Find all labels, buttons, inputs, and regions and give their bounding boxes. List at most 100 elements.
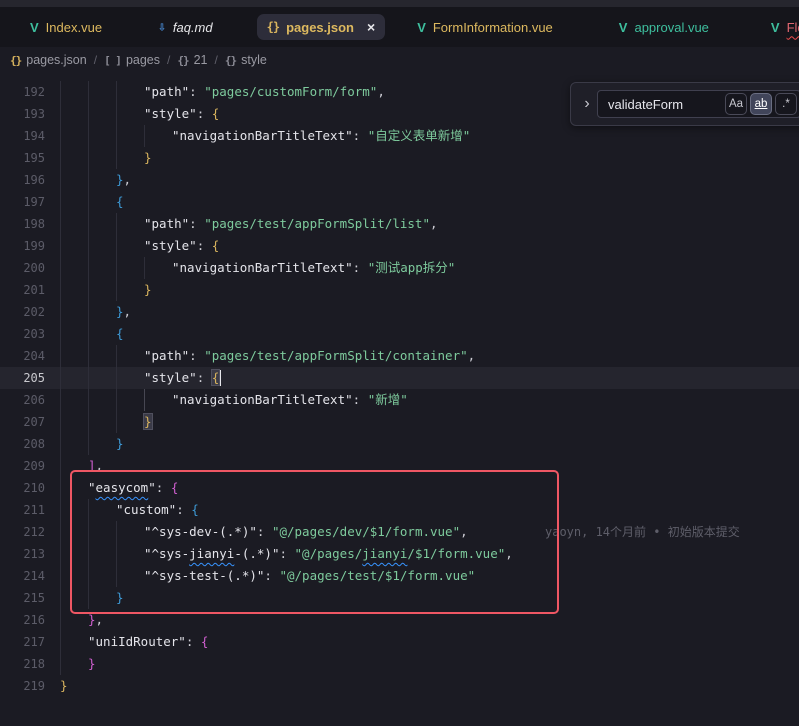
code-token: {	[212, 238, 220, 253]
code-token: :	[353, 128, 368, 143]
close-icon[interactable]: ×	[367, 20, 375, 34]
line-number[interactable]: 203	[0, 323, 60, 345]
code-line[interactable]: ],	[60, 455, 103, 477]
line-number[interactable]: 193	[0, 103, 60, 125]
code-token: "navigationBarTitleText"	[172, 128, 353, 143]
code-line[interactable]: "path": "pages/customForm/form",	[60, 81, 385, 103]
tab-Index.vue[interactable]: VIndex.vue	[20, 14, 112, 40]
line-number[interactable]: 199	[0, 235, 60, 257]
tab-label: faq.md	[173, 20, 213, 35]
breadcrumb-label: style	[241, 53, 267, 67]
indent-guide	[144, 389, 172, 411]
indent-guide	[60, 455, 88, 477]
line-number[interactable]: 195	[0, 147, 60, 169]
line-number[interactable]: 209	[0, 455, 60, 477]
code-line[interactable]: "style": {	[60, 103, 219, 125]
code-line[interactable]: "^sys-dev-(.*)": "@/pages/dev/$1/form.vu…	[60, 521, 468, 543]
tab-FlowInfo.vu[interactable]: VFlowInfo.vu	[761, 14, 799, 40]
line-number[interactable]: 200	[0, 257, 60, 279]
breadcrumb-item-pages.json[interactable]: {}pages.json	[10, 53, 87, 67]
code-line-row: 212"^sys-dev-(.*)": "@/pages/dev/$1/form…	[0, 521, 799, 543]
code-line[interactable]: "^sys-jianyi-(.*)": "@/pages/jianyi/$1/f…	[60, 543, 513, 565]
line-number[interactable]: 206	[0, 389, 60, 411]
line-number[interactable]: 207	[0, 411, 60, 433]
code-line[interactable]: "navigationBarTitleText": "测试app拆分"	[60, 257, 455, 279]
code-line[interactable]: "style": {	[60, 235, 219, 257]
line-number[interactable]: 205	[0, 367, 60, 389]
code-line[interactable]: "navigationBarTitleText": "新增"	[60, 389, 408, 411]
line-number[interactable]: 197	[0, 191, 60, 213]
line-number[interactable]: 215	[0, 587, 60, 609]
line-number[interactable]: 214	[0, 565, 60, 587]
line-number[interactable]: 198	[0, 213, 60, 235]
code-token: "新增"	[368, 392, 408, 407]
code-line[interactable]: }	[60, 653, 96, 675]
line-number[interactable]: 204	[0, 345, 60, 367]
code-line[interactable]: {	[60, 191, 124, 213]
line-number[interactable]: 202	[0, 301, 60, 323]
code-line[interactable]: }	[60, 411, 152, 433]
code-token: }	[144, 282, 152, 297]
code-line[interactable]: }	[60, 147, 152, 169]
code-line[interactable]: "style": {	[60, 367, 221, 389]
code-token: "pages/test/appFormSplit/container"	[204, 348, 467, 363]
code-line-row: 213"^sys-jianyi-(.*)": "@/pages/jianyi/$…	[0, 543, 799, 565]
line-number[interactable]: 219	[0, 675, 60, 697]
indent-guide	[116, 521, 144, 543]
indent-guide	[60, 213, 88, 235]
code-line[interactable]: "uniIdRouter": {	[60, 631, 208, 653]
line-number[interactable]: 194	[0, 125, 60, 147]
code-line[interactable]: }	[60, 279, 152, 301]
line-number[interactable]: 217	[0, 631, 60, 653]
code-token: {	[191, 502, 199, 517]
line-number[interactable]: 201	[0, 279, 60, 301]
code-token: "^sys-	[144, 546, 189, 561]
line-number[interactable]: 196	[0, 169, 60, 191]
line-number[interactable]: 216	[0, 609, 60, 631]
code-line[interactable]: },	[60, 609, 103, 631]
code-line[interactable]: {	[60, 323, 124, 345]
breadcrumb-label: 21	[194, 53, 208, 67]
code-line-row: 209],	[0, 455, 799, 477]
code-token: easycom	[96, 480, 149, 495]
code-line[interactable]: }	[60, 675, 68, 697]
window-top-strip	[0, 0, 799, 7]
line-number[interactable]: 208	[0, 433, 60, 455]
line-number[interactable]: 213	[0, 543, 60, 565]
code-line[interactable]: "easycom": {	[60, 477, 178, 499]
regex-toggle[interactable]: .*	[775, 93, 797, 115]
code-line[interactable]: "path": "pages/test/appFormSplit/list",	[60, 213, 438, 235]
code-line[interactable]: "path": "pages/test/appFormSplit/contain…	[60, 345, 475, 367]
whole-word-label: ab	[755, 98, 768, 110]
breadcrumb-item-21[interactable]: {}21	[177, 53, 207, 67]
breadcrumb-item-pages[interactable]: [ ]pages	[104, 53, 160, 67]
code-editor[interactable]: › Aa ab .* 192"path": "pages/customForm/…	[0, 73, 799, 726]
match-case-toggle[interactable]: Aa	[725, 93, 747, 115]
tab-faq.md[interactable]: ⇩faq.md	[148, 14, 223, 40]
code-token: ,	[96, 458, 104, 473]
indent-guide	[60, 653, 88, 675]
whole-word-toggle[interactable]: ab	[750, 93, 772, 115]
tab-label: approval.vue	[634, 20, 708, 35]
code-line[interactable]: }	[60, 587, 124, 609]
code-token: "pages/customForm/form"	[204, 84, 377, 99]
line-number[interactable]: 211	[0, 499, 60, 521]
tab-FormInformation.vue[interactable]: VFormInformation.vue	[407, 14, 563, 40]
code-line[interactable]: },	[60, 301, 131, 323]
tab-approval.vue[interactable]: Vapproval.vue	[609, 14, 719, 40]
line-number[interactable]: 192	[0, 81, 60, 103]
breadcrumb-item-style[interactable]: {}style	[225, 53, 267, 67]
tab-pages.json[interactable]: {}pages.json×	[257, 14, 386, 40]
code-line[interactable]: },	[60, 169, 131, 191]
code-line[interactable]: }	[60, 433, 124, 455]
line-number[interactable]: 218	[0, 653, 60, 675]
code-line-row: 196},	[0, 169, 799, 191]
line-number[interactable]: 210	[0, 477, 60, 499]
code-line[interactable]: "navigationBarTitleText": "自定义表单新增"	[60, 125, 470, 147]
code-line[interactable]: "custom": {	[60, 499, 199, 521]
code-line[interactable]: "^sys-test-(.*)": "@/pages/test/$1/form.…	[60, 565, 475, 587]
indent-guide	[88, 411, 116, 433]
line-number[interactable]: 212	[0, 521, 60, 543]
indent-guide	[88, 103, 116, 125]
find-expand-chevron-icon[interactable]: ›	[577, 95, 597, 113]
